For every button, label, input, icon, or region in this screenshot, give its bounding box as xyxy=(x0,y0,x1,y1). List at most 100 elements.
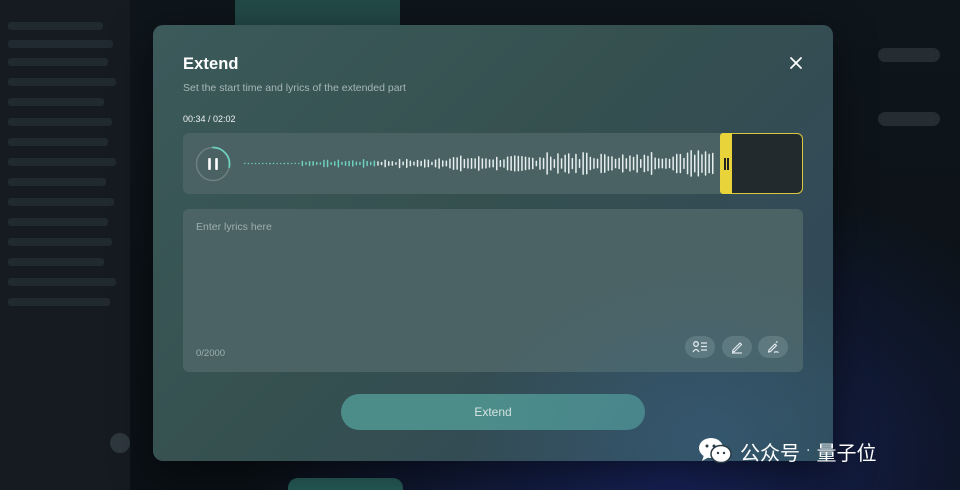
waveform-bar xyxy=(416,159,419,167)
waveform-bar xyxy=(701,154,703,173)
waveform-bar xyxy=(596,158,599,169)
waveform-bar xyxy=(708,153,710,174)
waveform-bar xyxy=(366,160,368,167)
waveform-bar xyxy=(488,159,491,168)
waveform-bar xyxy=(308,161,311,167)
waveform-bar xyxy=(449,158,451,169)
dialog-subtitle: Set the start time and lyrics of the ext… xyxy=(183,82,406,94)
waveform-bar xyxy=(395,162,397,165)
waveform-bar xyxy=(492,159,494,168)
waveform-bar xyxy=(694,154,696,173)
waveform-bar xyxy=(359,161,361,166)
waveform-bar xyxy=(542,157,545,170)
waveform-bar xyxy=(586,152,588,175)
lyrics-structure-icon xyxy=(692,341,707,353)
waveform-bar xyxy=(258,162,260,165)
waveform-bar xyxy=(582,152,584,175)
waveform-bar xyxy=(373,160,376,167)
waveform-bar xyxy=(391,161,394,166)
waveform-bar xyxy=(316,161,318,165)
waveform-track[interactable] xyxy=(183,133,803,194)
waveform-bar xyxy=(474,158,476,169)
watermark-text: 公众号 xyxy=(740,440,800,465)
write-icon xyxy=(767,341,779,354)
waveform-bar xyxy=(618,157,620,170)
waveform-bar xyxy=(614,158,617,169)
wechat-icon xyxy=(699,438,732,464)
waveform-bar xyxy=(380,161,383,166)
waveform-bar xyxy=(348,160,350,167)
waveform-bar xyxy=(661,158,664,169)
waveform-bar xyxy=(632,156,635,171)
waveform-bar xyxy=(589,156,592,171)
waveform-bar xyxy=(557,153,559,174)
waveform-bar xyxy=(647,155,649,172)
waveform-bar xyxy=(521,156,523,171)
waveform-bar xyxy=(640,159,642,168)
waveform-bar xyxy=(697,150,700,177)
waveform-bar xyxy=(290,162,293,165)
waveform-bar xyxy=(283,162,286,165)
time-display: 00:34 / 02:02 xyxy=(183,114,236,124)
waveform-bar xyxy=(244,162,246,165)
waveform-bar xyxy=(388,161,390,166)
waveform-bar xyxy=(636,154,638,173)
waveform-bar xyxy=(413,161,415,166)
watermark: 公众号 · 量子位 xyxy=(698,436,876,466)
waveform-bar xyxy=(470,158,473,169)
waveform-bar xyxy=(550,156,552,171)
waveform-bar xyxy=(262,162,264,165)
waveform-bar xyxy=(247,162,250,165)
waveform-bar xyxy=(287,162,289,165)
waveform-bar xyxy=(578,159,581,169)
extension-region xyxy=(732,133,803,194)
write-lyrics-button[interactable] xyxy=(758,336,788,358)
waveform-bar xyxy=(445,160,448,167)
extend-button[interactable]: Extend xyxy=(341,394,645,430)
waveform-bar xyxy=(272,162,275,165)
lyrics-structure-button[interactable] xyxy=(685,336,715,358)
waveform-bar xyxy=(528,157,530,170)
waveform-bar xyxy=(420,160,422,167)
waveform-bar xyxy=(654,157,656,170)
waveform-bar xyxy=(269,162,271,165)
edit-lyrics-button[interactable] xyxy=(722,336,752,358)
waveform-bar xyxy=(571,157,574,170)
waveform-bar xyxy=(463,159,466,169)
waveform-bar xyxy=(370,161,372,166)
waveform-bar xyxy=(510,156,512,171)
waveform-bar xyxy=(704,151,707,176)
waveform-bar xyxy=(434,159,437,168)
waveform[interactable] xyxy=(241,133,721,194)
lyrics-input[interactable] xyxy=(196,221,786,321)
waveform-bar xyxy=(629,155,631,172)
watermark-brand: 量子位 xyxy=(816,440,877,465)
waveform-bar xyxy=(456,157,458,170)
waveform-bar xyxy=(431,161,433,166)
dialog-title: Extend xyxy=(183,55,239,73)
waveform-bar xyxy=(600,153,602,174)
pencil-icon xyxy=(731,342,743,354)
waveform-bar xyxy=(344,161,347,166)
waveform-bar xyxy=(319,162,322,165)
waveform-bar xyxy=(604,154,606,173)
waveform-bar xyxy=(539,157,541,170)
character-counter: 0/2000 xyxy=(196,348,226,359)
waveform-bar xyxy=(665,158,667,169)
waveform-bar xyxy=(265,162,268,165)
waveform-bar xyxy=(305,162,307,165)
waveform-bar xyxy=(503,159,505,168)
waveform-bar xyxy=(575,153,577,174)
waveform-bar xyxy=(398,158,401,169)
waveform-bar xyxy=(301,160,304,167)
pause-icon[interactable] xyxy=(195,146,231,182)
waveform-bar xyxy=(712,152,714,175)
waveform-bar xyxy=(643,154,646,173)
close-icon[interactable] xyxy=(786,53,806,73)
waveform-bar xyxy=(625,158,628,169)
waveform-bar xyxy=(478,156,480,171)
waveform-bar xyxy=(409,160,412,167)
waveform-bar xyxy=(294,162,296,165)
waveform-bar xyxy=(553,159,556,168)
waveform-bar xyxy=(496,156,498,171)
